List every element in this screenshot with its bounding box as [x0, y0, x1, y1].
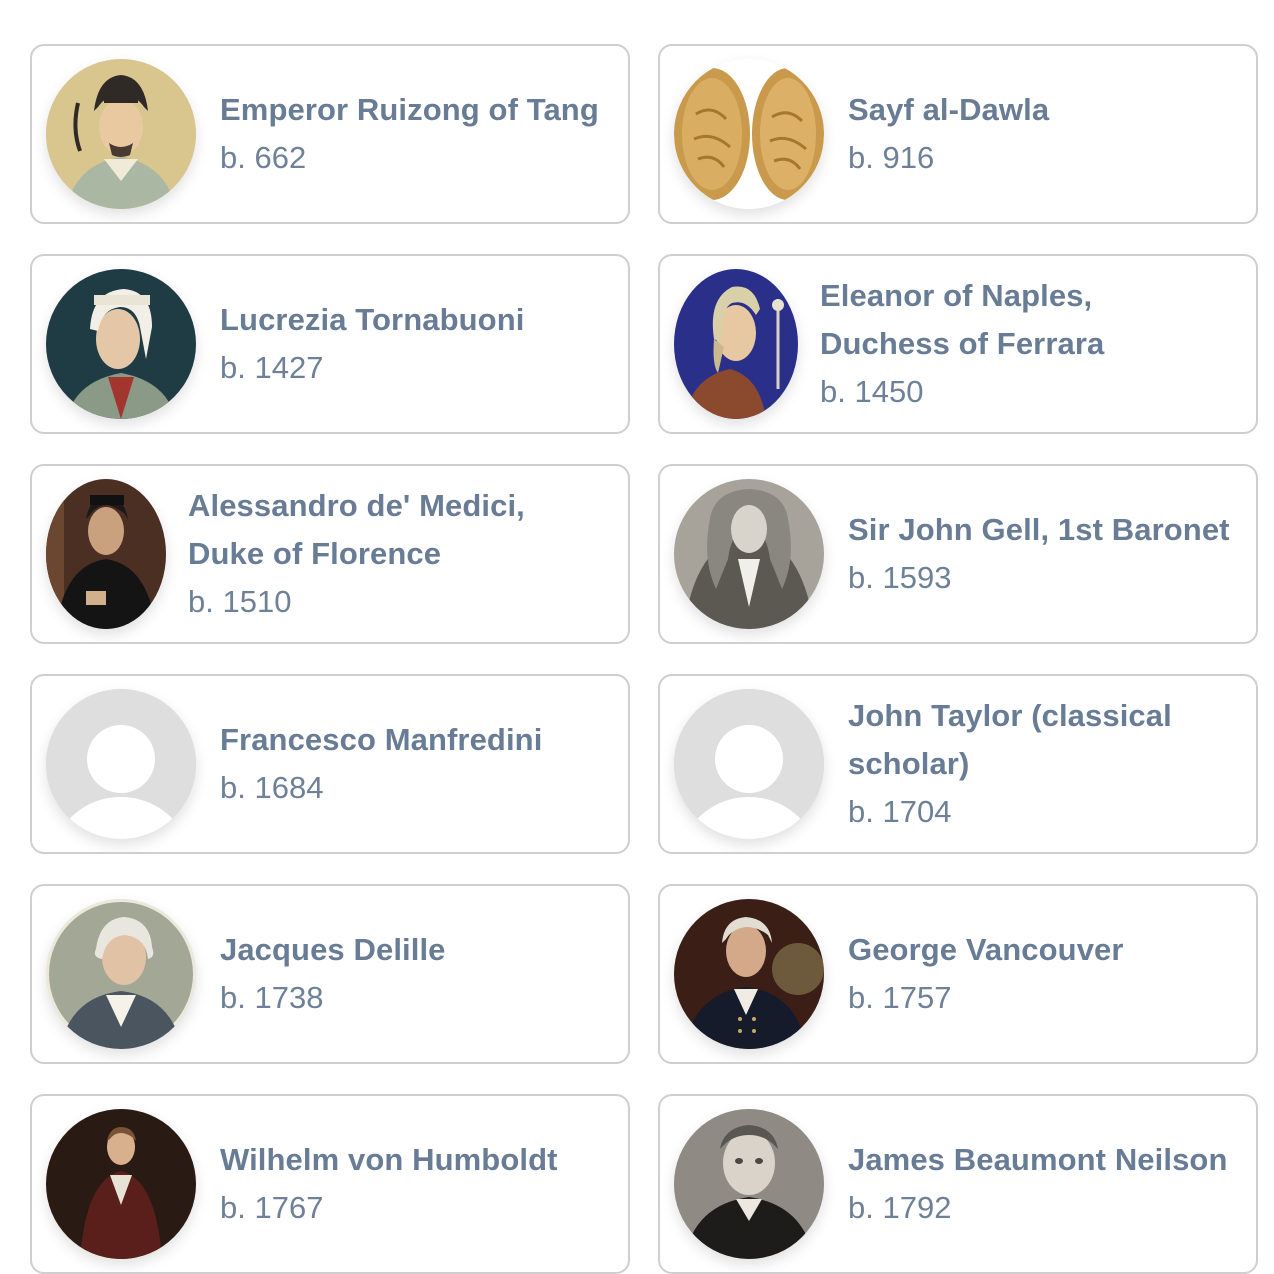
- person-card[interactable]: Sayf al-Dawla b. 916: [658, 44, 1258, 224]
- person-card[interactable]: Lucrezia Tornabuoni b. 1427: [30, 254, 630, 434]
- birth-year: b. 1757: [848, 980, 952, 1015]
- person-name[interactable]: Alessandro de' Medici, Duke of Florence: [188, 482, 568, 578]
- birth-year: b. 1450: [820, 374, 924, 409]
- person-card[interactable]: Eleanor of Naples, Duchess of Ferrara b.…: [658, 254, 1258, 434]
- person-name[interactable]: Francesco Manfredini: [220, 716, 542, 764]
- person-info: George Vancouver b. 1757: [848, 926, 1124, 1022]
- birth-year: b. 1767: [220, 1190, 324, 1225]
- birth-year: b. 1738: [220, 980, 324, 1015]
- people-grid: Emperor Ruizong of Tang b. 662 Sayf al-D…: [30, 44, 1258, 1274]
- person-name[interactable]: Sayf al-Dawla: [848, 86, 1049, 134]
- person-info: Emperor Ruizong of Tang b. 662: [220, 86, 599, 182]
- portrait-alessandro-icon: [46, 479, 166, 629]
- birth-year: b. 1427: [220, 350, 324, 385]
- person-info: Wilhelm von Humboldt b. 1767: [220, 1136, 558, 1232]
- person-name[interactable]: Sir John Gell, 1st Baronet: [848, 506, 1230, 554]
- birth-year: b. 1684: [220, 770, 324, 805]
- person-info: Alessandro de' Medici, Duke of Florence …: [188, 482, 568, 626]
- person-card[interactable]: Sir John Gell, 1st Baronet b. 1593: [658, 464, 1258, 644]
- person-card[interactable]: Emperor Ruizong of Tang b. 662: [30, 44, 630, 224]
- person-info: John Taylor (classical scholar) b. 1704: [848, 692, 1208, 836]
- user-placeholder-icon: [674, 689, 824, 839]
- person-card[interactable]: Wilhelm von Humboldt b. 1767: [30, 1094, 630, 1274]
- person-card[interactable]: John Taylor (classical scholar) b. 1704: [658, 674, 1258, 854]
- portrait-neilson-icon: [674, 1109, 824, 1259]
- person-name[interactable]: Lucrezia Tornabuoni: [220, 296, 524, 344]
- birth-year: b. 1510: [188, 584, 292, 619]
- portrait-ruizong-icon: [46, 59, 196, 209]
- person-info: Francesco Manfredini b. 1684: [220, 716, 542, 812]
- person-info: Jacques Delille b. 1738: [220, 926, 446, 1022]
- portrait-humboldt-icon: [46, 1109, 196, 1259]
- person-card[interactable]: Alessandro de' Medici, Duke of Florence …: [30, 464, 630, 644]
- portrait-gell-icon: [674, 479, 824, 629]
- birth-year: b. 662: [220, 140, 307, 175]
- birth-year: b. 1792: [848, 1190, 952, 1225]
- portrait-eleanor-icon: [674, 269, 798, 419]
- person-name[interactable]: Emperor Ruizong of Tang: [220, 86, 599, 134]
- person-name[interactable]: Wilhelm von Humboldt: [220, 1136, 558, 1184]
- person-info: Sir John Gell, 1st Baronet b. 1593: [848, 506, 1230, 602]
- gold-coins-icon: [674, 59, 824, 209]
- person-info: Eleanor of Naples, Duchess of Ferrara b.…: [820, 272, 1140, 416]
- person-name[interactable]: Eleanor of Naples, Duchess of Ferrara: [820, 272, 1140, 368]
- portrait-delille-icon: [46, 899, 196, 1049]
- person-card[interactable]: George Vancouver b. 1757: [658, 884, 1258, 1064]
- person-info: James Beaumont Neilson b. 1792: [848, 1136, 1227, 1232]
- birth-year: b. 1593: [848, 560, 952, 595]
- person-info: Lucrezia Tornabuoni b. 1427: [220, 296, 524, 392]
- person-name[interactable]: George Vancouver: [848, 926, 1124, 974]
- person-name[interactable]: John Taylor (classical scholar): [848, 692, 1208, 788]
- portrait-lucrezia-icon: [46, 269, 196, 419]
- birth-year: b. 916: [848, 140, 935, 175]
- person-name[interactable]: Jacques Delille: [220, 926, 446, 974]
- birth-year: b. 1704: [848, 794, 952, 829]
- person-card[interactable]: Jacques Delille b. 1738: [30, 884, 630, 1064]
- person-card[interactable]: James Beaumont Neilson b. 1792: [658, 1094, 1258, 1274]
- person-info: Sayf al-Dawla b. 916: [848, 86, 1049, 182]
- person-card[interactable]: Francesco Manfredini b. 1684: [30, 674, 630, 854]
- portrait-vancouver-icon: [674, 899, 824, 1049]
- user-placeholder-icon: [46, 689, 196, 839]
- person-name[interactable]: James Beaumont Neilson: [848, 1136, 1227, 1184]
